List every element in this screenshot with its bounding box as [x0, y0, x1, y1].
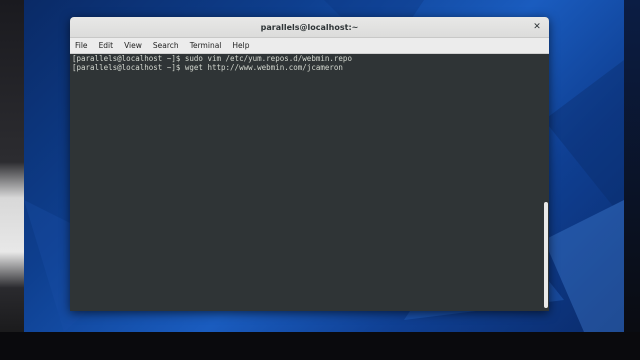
terminal-line: [parallels@localhost ~]$ wget http://www… — [72, 63, 343, 72]
menu-help[interactable]: Help — [228, 41, 249, 50]
window-title: parallels@localhost:~ — [260, 22, 359, 32]
close-icon[interactable]: ✕ — [531, 21, 543, 33]
menu-file[interactable]: File — [71, 41, 88, 50]
titlebar[interactable]: parallels@localhost:~ ✕ — [70, 17, 549, 38]
right-edge-strip — [624, 0, 640, 360]
menu-view[interactable]: View — [120, 41, 142, 50]
terminal-window[interactable]: parallels@localhost:~ ✕ File Edit View S… — [70, 17, 549, 311]
menu-search[interactable]: Search — [149, 41, 179, 50]
menu-terminal[interactable]: Terminal — [186, 41, 222, 50]
scrollbar[interactable] — [542, 54, 549, 311]
menu-edit[interactable]: Edit — [95, 41, 114, 50]
menubar: File Edit View Search Terminal Help — [70, 38, 549, 54]
terminal-output[interactable]: [parallels@localhost ~]$ sudo vim /etc/y… — [70, 54, 542, 311]
bottom-band — [0, 332, 640, 360]
scroll-thumb[interactable] — [544, 202, 548, 308]
left-edge-strip — [0, 0, 24, 360]
